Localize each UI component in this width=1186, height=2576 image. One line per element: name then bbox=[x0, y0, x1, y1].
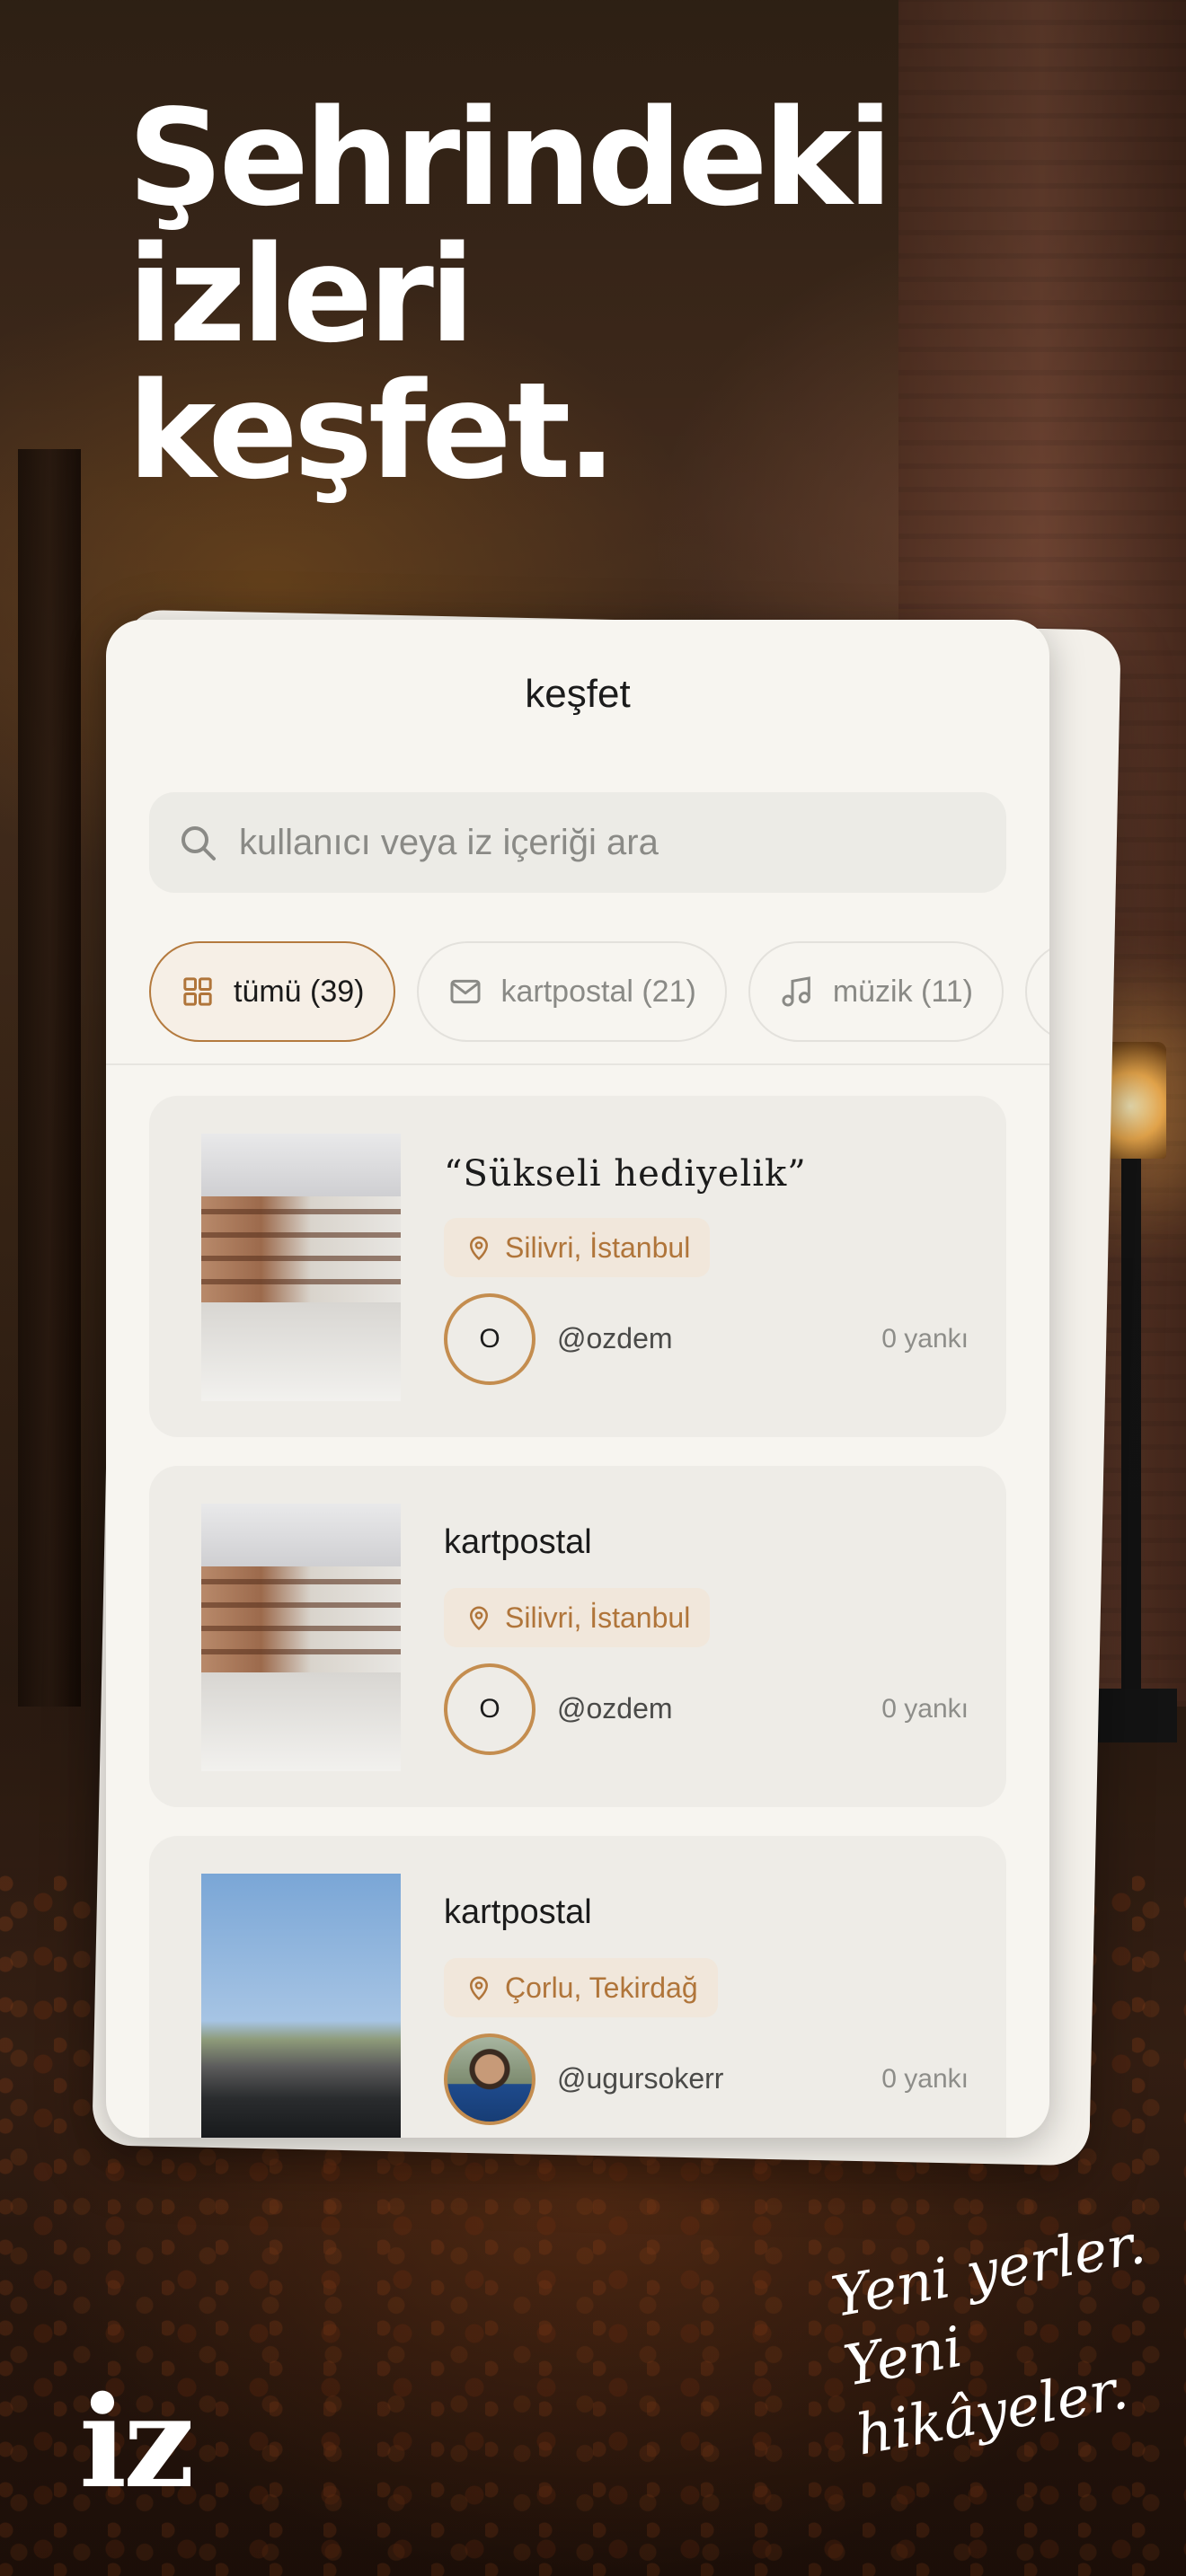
brand-logo: iz bbox=[79, 2369, 195, 2517]
headline-line-2: izleri bbox=[128, 217, 475, 372]
location-text: Silivri, İstanbul bbox=[505, 1601, 691, 1634]
item-title: “Sükseli hediyelik” bbox=[444, 1153, 807, 1195]
location-tag[interactable]: Çorlu, Tekirdağ bbox=[444, 1958, 718, 2017]
location-pin-icon bbox=[469, 1976, 489, 2001]
search-bar[interactable] bbox=[149, 792, 1006, 893]
headline: Şehrindeki izleri keşfet. bbox=[128, 90, 936, 499]
search-icon bbox=[181, 826, 216, 860]
location-tag[interactable]: Silivri, İstanbul bbox=[444, 1218, 711, 1277]
music-note-icon bbox=[782, 976, 810, 1007]
username[interactable]: @ugursokerr bbox=[557, 2062, 723, 2095]
filter-postcard[interactable]: kartpostal (21) bbox=[416, 941, 727, 1042]
location-pin-icon bbox=[469, 1606, 489, 1631]
reply-count: 0 yankı bbox=[881, 1694, 969, 1724]
filter-tabs: tümü (39) kartpostal (21) müzik (11) bbox=[149, 941, 1049, 1045]
item-thumbnail[interactable] bbox=[201, 1134, 401, 1401]
list-item[interactable]: kartpostal Silivri, İstanbul O @ozdem 0 … bbox=[149, 1466, 1006, 1807]
location-pin-icon bbox=[469, 1236, 489, 1261]
item-thumbnail[interactable] bbox=[201, 1874, 401, 2138]
reply-count: 0 yankı bbox=[881, 1324, 969, 1354]
divider bbox=[106, 1063, 1049, 1065]
filter-all-label: tümü (39) bbox=[234, 974, 365, 1009]
item-thumbnail[interactable] bbox=[201, 1504, 401, 1771]
avatar[interactable]: O bbox=[444, 1293, 535, 1385]
trace-list: “Sükseli hediyelik” Silivri, İstanbul O … bbox=[149, 1096, 1006, 2138]
explore-screen: keşfet tümü (39) kartpostal (21) müzik (… bbox=[106, 620, 1049, 2138]
location-text: Çorlu, Tekirdağ bbox=[505, 1971, 698, 2004]
envelope-icon bbox=[450, 979, 480, 1004]
headline-line-3: keşfet. bbox=[128, 354, 617, 508]
filter-postcard-label: kartpostal (21) bbox=[500, 974, 696, 1009]
filter-music[interactable]: müzik (11) bbox=[748, 941, 1004, 1042]
avatar[interactable]: O bbox=[444, 1663, 535, 1755]
avatar[interactable] bbox=[444, 2033, 535, 2125]
headline-line-1: Şehrindeki bbox=[128, 81, 893, 235]
username[interactable]: @ozdem bbox=[557, 1322, 673, 1355]
search-input[interactable] bbox=[237, 821, 978, 864]
username[interactable]: @ozdem bbox=[557, 1692, 673, 1725]
list-item[interactable]: “Sükseli hediyelik” Silivri, İstanbul O … bbox=[149, 1096, 1006, 1437]
list-item[interactable]: kartpostal Çorlu, Tekirdağ @ugursokerr 0… bbox=[149, 1836, 1006, 2138]
location-text: Silivri, İstanbul bbox=[505, 1231, 691, 1264]
filter-more[interactable] bbox=[1025, 941, 1049, 1042]
item-title: kartpostal bbox=[444, 1523, 592, 1561]
filter-music-label: müzik (11) bbox=[832, 974, 973, 1009]
item-title: kartpostal bbox=[444, 1893, 592, 1931]
location-tag[interactable]: Silivri, İstanbul bbox=[444, 1588, 711, 1647]
screen-title: keşfet bbox=[525, 672, 631, 716]
grid-icon bbox=[183, 977, 212, 1006]
filter-all[interactable]: tümü (39) bbox=[149, 941, 395, 1042]
reply-count: 0 yankı bbox=[881, 2064, 969, 2094]
